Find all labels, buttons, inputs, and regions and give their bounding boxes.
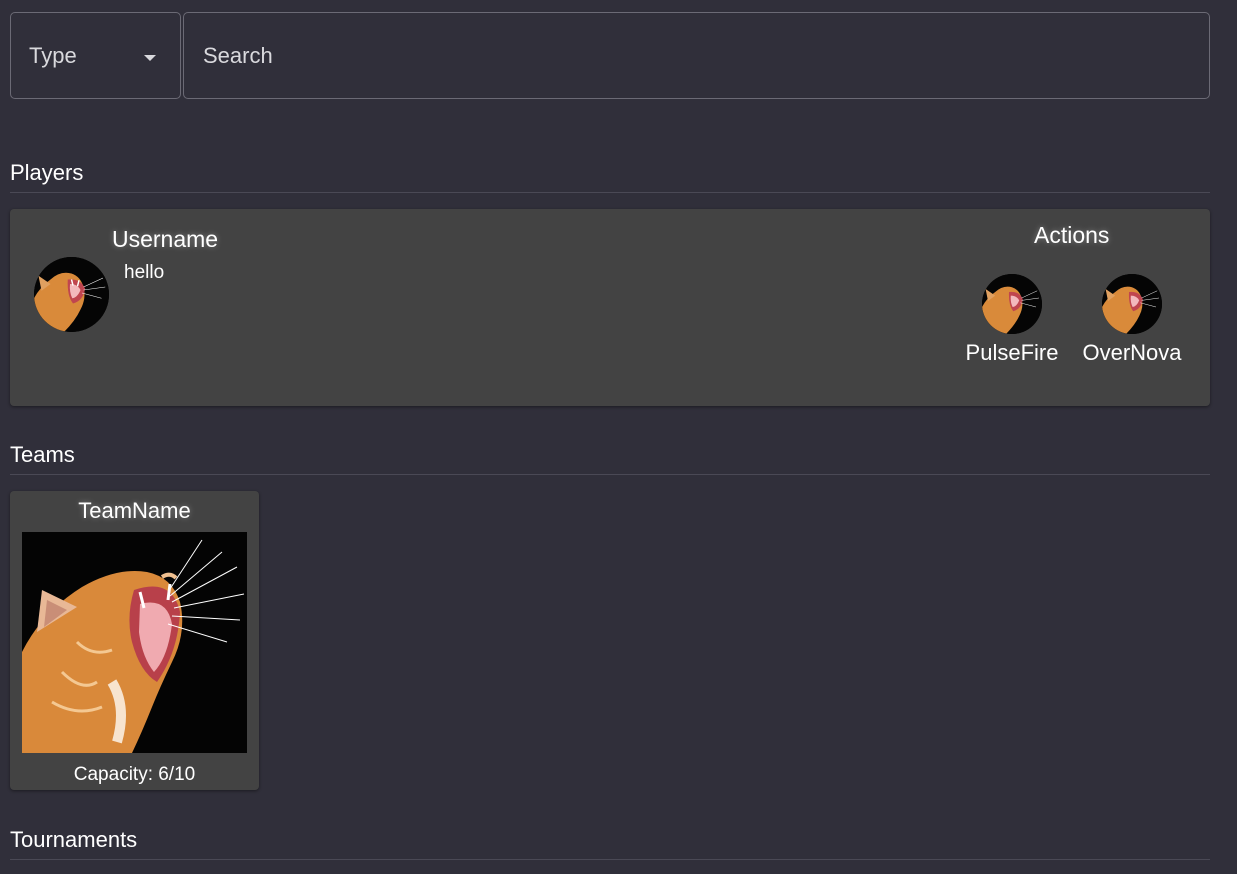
team-card[interactable]: TeamName Capacity: 6/10	[10, 491, 259, 790]
caret-down-icon	[144, 55, 156, 61]
player-username: hello	[124, 262, 165, 283]
type-select-label: Type	[29, 42, 77, 68]
player-card: Username hello Actions PulseFire OverNov…	[10, 209, 1210, 406]
search-field[interactable]	[183, 12, 1210, 99]
tournaments-section-title: Tournaments	[10, 827, 1210, 860]
actions-column-header: Actions	[1034, 222, 1110, 248]
overnova-action-label[interactable]: OverNova	[1072, 340, 1192, 366]
team-image	[22, 532, 247, 753]
pulsefire-avatar-button[interactable]	[982, 274, 1042, 334]
overnova-avatar-button[interactable]	[1102, 274, 1162, 334]
search-bar: Type	[10, 12, 1210, 101]
search-input[interactable]	[201, 41, 1163, 70]
type-select[interactable]: Type	[10, 12, 181, 99]
player-avatar	[34, 257, 109, 332]
team-name: TeamName	[78, 498, 191, 523]
team-capacity: Capacity: 6/10	[73, 764, 196, 785]
players-section-title: Players	[10, 160, 1210, 193]
username-column-header: Username	[112, 226, 219, 252]
teams-section-title: Teams	[10, 442, 1210, 475]
pulsefire-action-label[interactable]: PulseFire	[952, 340, 1072, 366]
